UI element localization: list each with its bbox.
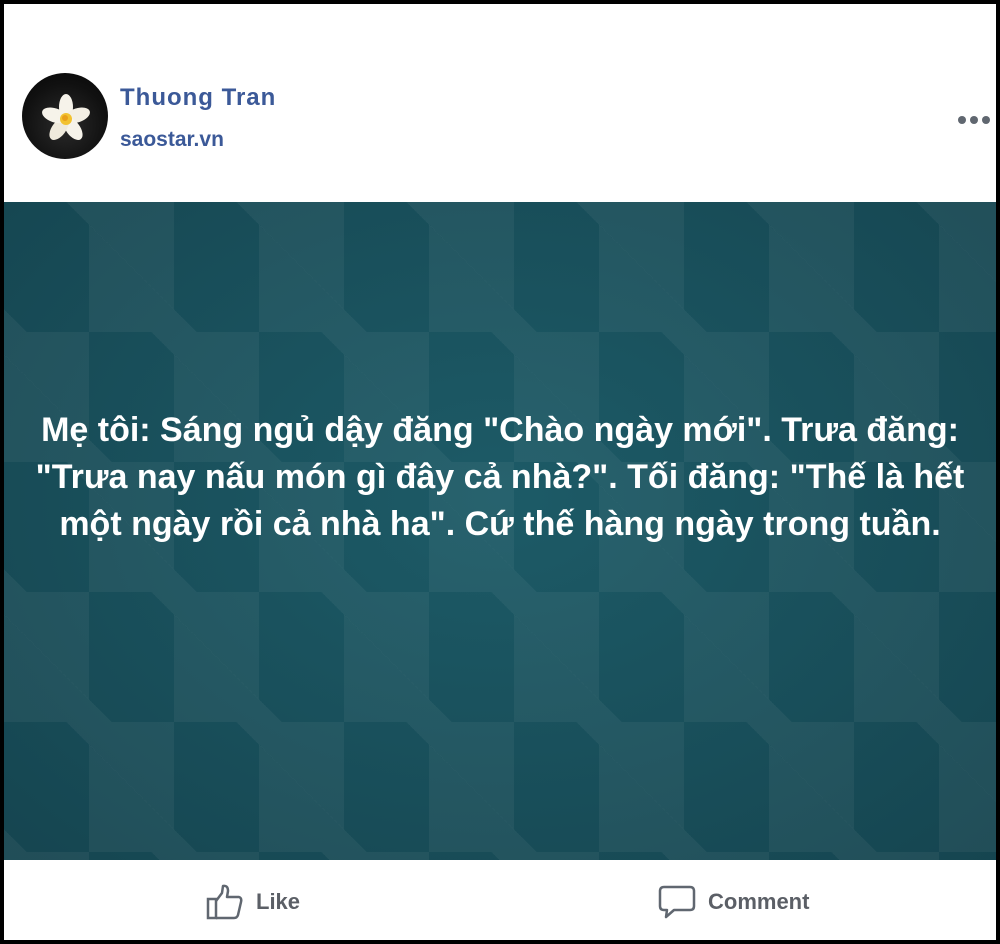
thumbs-up-icon [206, 884, 244, 920]
post-header: Thuong Tran saostar.vn [4, 4, 996, 202]
post-source: saostar.vn [120, 128, 224, 151]
post-card: Thuong Tran saostar.vn Mẹ tôi: Sáng ngủ … [0, 0, 1000, 944]
like-label: Like [256, 889, 301, 914]
author-name-link[interactable]: Thuong Tran [120, 84, 276, 112]
post-actions-bar: Like Comment [4, 860, 996, 940]
avatar[interactable] [22, 73, 108, 159]
comment-label: Comment [708, 889, 810, 914]
status-text: Mẹ tôi: Sáng ngủ dậy đăng "Chào ngày mới… [35, 411, 965, 543]
plumeria-flower-icon [42, 94, 90, 141]
more-options-icon [958, 116, 990, 124]
comment-button[interactable]: Comment [658, 882, 809, 922]
like-button[interactable]: Like [206, 882, 300, 922]
status-background: Mẹ tôi: Sáng ngủ dậy đăng "Chào ngày mới… [4, 202, 996, 860]
speech-bubble-icon [658, 884, 696, 920]
more-options-button[interactable] [954, 110, 994, 130]
